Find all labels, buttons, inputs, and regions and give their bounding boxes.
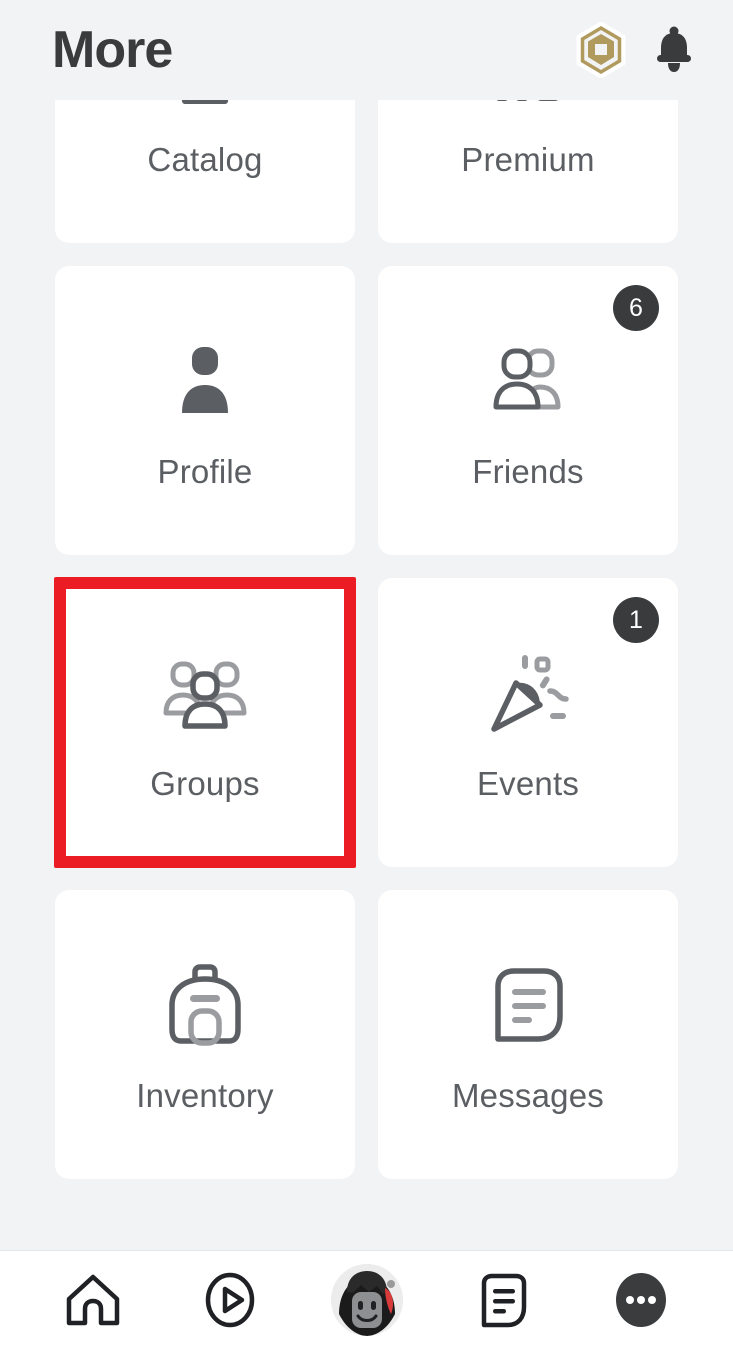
app-header: More [0, 0, 733, 100]
messages-icon [482, 957, 574, 1053]
play-circle-icon [201, 1271, 259, 1329]
groups-icon [159, 645, 251, 741]
robux-icon[interactable] [575, 22, 627, 78]
tile-label: Events [476, 765, 580, 802]
tile-label: Catalog [147, 141, 263, 178]
nav-item-more[interactable] [596, 1260, 686, 1340]
home-icon [64, 1271, 122, 1329]
premium-icon [482, 100, 574, 117]
tile-premium[interactable]: Premium [378, 100, 678, 243]
bell-icon[interactable] [653, 25, 695, 75]
status-badge: 6 [613, 285, 659, 331]
tile-label: Premium [461, 141, 595, 178]
inventory-icon [159, 957, 251, 1053]
tile-label: Messages [451, 1077, 604, 1114]
profile-icon [159, 333, 251, 429]
nav-item-home[interactable] [48, 1260, 138, 1340]
friends-icon [482, 333, 574, 429]
tile-label: Profile [157, 453, 253, 490]
tile-inventory[interactable]: Inventory [55, 890, 355, 1179]
ellipsis-icon [612, 1271, 670, 1329]
page-title: More [52, 21, 173, 79]
events-icon [482, 645, 574, 741]
avatar [330, 1264, 403, 1336]
tile-events[interactable]: 1 Events [378, 578, 678, 867]
scrollable-content[interactable]: Catalog Premium Profile 6 Friends Groups… [0, 100, 733, 1250]
tile-catalog[interactable]: Catalog [55, 100, 355, 243]
tile-label: Friends [472, 453, 584, 490]
tile-messages[interactable]: Messages [378, 890, 678, 1179]
tile-label: Groups [150, 765, 260, 802]
nav-item-discover[interactable] [185, 1260, 275, 1340]
menu-grid: Catalog Premium Profile 6 Friends Groups… [54, 100, 678, 1179]
tile-groups[interactable]: Groups [54, 577, 356, 868]
tile-profile[interactable]: Profile [55, 266, 355, 555]
catalog-icon [159, 100, 251, 117]
nav-item-avatar[interactable] [322, 1260, 412, 1340]
tile-label: Inventory [136, 1077, 274, 1114]
bottom-navigation [0, 1250, 733, 1357]
header-actions [575, 22, 695, 78]
status-badge: 1 [613, 597, 659, 643]
tile-friends[interactable]: 6 Friends [378, 266, 678, 555]
chat-icon [477, 1271, 531, 1329]
nav-item-chat[interactable] [459, 1260, 549, 1340]
